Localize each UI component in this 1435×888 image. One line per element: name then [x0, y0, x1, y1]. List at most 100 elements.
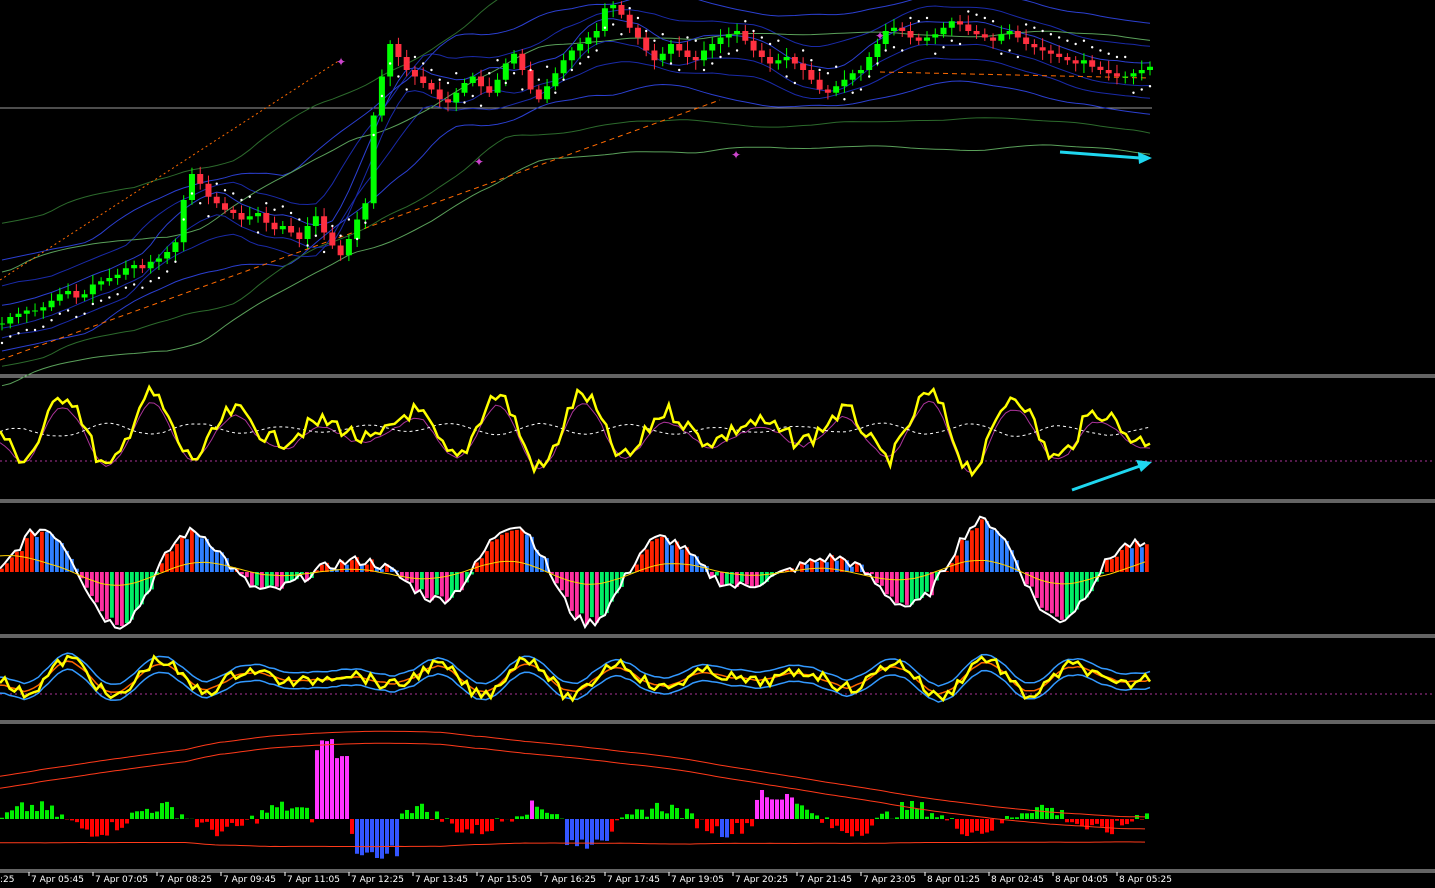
candle-body	[272, 223, 278, 230]
osc2-bar	[905, 572, 909, 605]
candle-body	[73, 291, 79, 298]
psar-dot	[645, 30, 647, 32]
volume-bar	[160, 803, 164, 819]
volume-bar	[210, 819, 214, 830]
psar-dot	[480, 105, 482, 107]
x-tick-label: 7 Apr 15:05	[479, 875, 532, 884]
psar-dot	[1141, 88, 1143, 90]
psar-dot	[439, 79, 441, 81]
psar-dot	[67, 309, 69, 311]
volume-bar	[990, 819, 994, 831]
psar-dot	[703, 69, 705, 71]
volume-bar	[330, 739, 334, 819]
chart-canvas[interactable]: ✦✦✦✦:257 Apr 05:457 Apr 07:057 Apr 08:25…	[0, 0, 1435, 884]
psar-dot	[1033, 27, 1035, 29]
volume-bar	[295, 807, 299, 819]
candle-body	[552, 73, 558, 86]
candle-body	[891, 28, 897, 31]
volume-bar	[470, 819, 474, 834]
candle-body	[313, 216, 319, 226]
psar-dot	[761, 36, 763, 38]
volume-bar	[765, 797, 769, 819]
psar-dot	[1041, 30, 1043, 32]
candle-body	[742, 31, 748, 41]
x-tick-label: 7 Apr 17:45	[607, 875, 660, 884]
x-tick-label: :25	[0, 875, 14, 884]
psar-dot	[521, 88, 523, 90]
osc2-bar	[15, 552, 19, 572]
candle-body	[387, 44, 393, 77]
osc2-bar	[40, 532, 44, 572]
volume-bar	[685, 809, 689, 819]
volume-bar	[1005, 816, 1009, 819]
psar-dot	[1008, 49, 1010, 51]
candle-body	[759, 51, 765, 58]
volume-bar	[690, 813, 694, 819]
osc2-bar	[165, 554, 169, 572]
x-tick-label: 7 Apr 09:45	[223, 875, 276, 884]
candle-body	[123, 268, 129, 275]
volume-bar	[910, 801, 914, 819]
psar-dot	[1124, 56, 1126, 58]
volume-bar	[645, 817, 649, 819]
psar-dot	[918, 20, 920, 22]
candle-body	[7, 317, 13, 324]
volume-bar	[615, 819, 619, 820]
osc2-bar	[185, 539, 189, 572]
volume-bar	[665, 813, 669, 819]
psar-dot	[207, 215, 209, 217]
volume-bar	[800, 805, 804, 819]
candle-body	[57, 294, 63, 301]
volume-bar	[1035, 807, 1039, 819]
candle-body	[767, 57, 773, 64]
volume-bar	[825, 817, 829, 819]
psar-dot	[777, 40, 779, 42]
osc2-bar	[365, 565, 369, 572]
candle-body	[718, 38, 724, 45]
candle-body	[511, 54, 517, 64]
osc2-bar	[660, 537, 664, 572]
volume-bar	[1050, 808, 1054, 819]
candle-body	[305, 226, 311, 239]
candle-body	[1097, 67, 1103, 70]
volume-bar	[670, 805, 674, 819]
volume-bar	[390, 819, 394, 846]
volume-bar	[215, 819, 219, 836]
volume-bar	[335, 758, 339, 819]
volume-bar	[400, 813, 404, 819]
volume-bar	[950, 818, 954, 819]
osc2-bar	[55, 540, 59, 572]
volume-bar	[245, 819, 249, 820]
candle-body	[0, 324, 5, 325]
volume-bar	[915, 809, 919, 819]
volume-bar	[1080, 819, 1084, 826]
volume-bar	[20, 802, 24, 819]
volume-bar	[105, 819, 109, 836]
volume-bar	[970, 819, 974, 833]
volume-bar	[1075, 819, 1079, 824]
psar-dot	[637, 17, 639, 19]
osc2-bar	[115, 572, 119, 625]
candles	[0, 1, 1153, 330]
osc2-bar	[890, 572, 894, 597]
volume-bar	[475, 819, 479, 825]
candle-body	[115, 275, 121, 278]
osc2-bar	[495, 539, 499, 572]
volume-bar	[120, 819, 124, 828]
volume-bar	[595, 819, 599, 840]
volume-bar	[850, 819, 854, 836]
psar-dot	[909, 17, 911, 19]
volume-bar	[370, 819, 374, 852]
trading-chart[interactable]: ✦✦✦✦:257 Apr 05:457 Apr 07:057 Apr 08:25…	[0, 0, 1435, 884]
volume-bar	[815, 815, 819, 819]
candle-body	[1048, 51, 1054, 54]
volume-bar	[555, 814, 559, 819]
osc2-bar	[160, 563, 164, 572]
bands	[2, 0, 1150, 386]
psar-dot	[199, 202, 201, 204]
osc2-bar	[665, 538, 669, 572]
psar-dot	[728, 53, 730, 55]
volume-bar	[50, 806, 54, 819]
volume-bar	[845, 819, 849, 833]
volume-bar	[620, 817, 624, 819]
